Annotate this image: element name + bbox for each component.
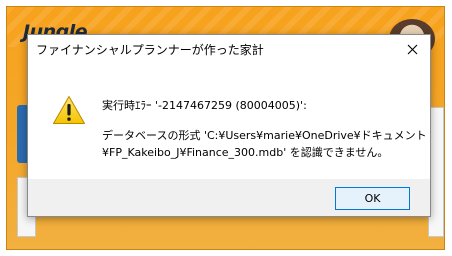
error-message-line1: データベースの形式 'C:¥Users¥marie¥OneDrive¥ドキュメン… bbox=[102, 129, 427, 142]
close-icon bbox=[407, 44, 417, 54]
dialog-title: ファイナンシャルプランナーが作った家計 bbox=[36, 43, 264, 57]
warning-icon bbox=[53, 96, 85, 124]
dialog-titlebar[interactable]: ファイナンシャルプランナーが作った家計 bbox=[28, 35, 430, 63]
ok-button[interactable]: OK bbox=[335, 187, 410, 210]
error-code-text: 実行時ｴﾗｰ '-2147467259 (80004005)': bbox=[102, 99, 307, 112]
dialog-button-bar: OK bbox=[28, 179, 430, 216]
close-button[interactable] bbox=[394, 35, 430, 63]
dialog-body: 実行時ｴﾗｰ '-2147467259 (80004005)': データベースの… bbox=[28, 63, 430, 179]
error-message-line2: ¥FP_Kakeibo_J¥Finance_300.mdb' を認識できません。 bbox=[102, 146, 389, 159]
error-dialog: ファイナンシャルプランナーが作った家計 実行時ｴﾗｰ '-2147467259 … bbox=[27, 34, 431, 217]
